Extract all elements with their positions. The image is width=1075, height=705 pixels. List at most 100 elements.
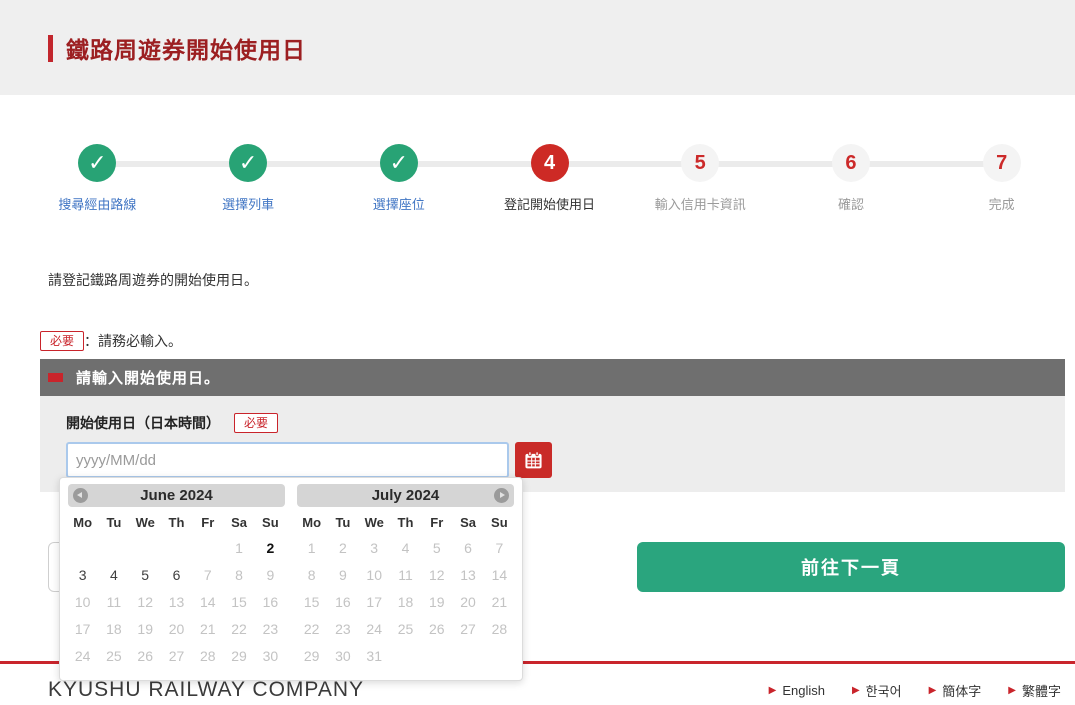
prev-month-button[interactable] xyxy=(73,488,88,503)
day-cell[interactable]: 1 xyxy=(296,535,327,562)
start-date-input[interactable] xyxy=(66,442,509,478)
weekday-label: Tu xyxy=(98,511,129,535)
language-link[interactable]: ▶ 繁體字 xyxy=(1008,681,1061,700)
stepper-step: 6 確認 xyxy=(776,144,927,213)
day-cell[interactable]: 4 xyxy=(98,562,129,589)
day-cell[interactable]: 21 xyxy=(484,589,515,616)
day-cell[interactable]: 21 xyxy=(192,616,223,643)
day-cell[interactable]: 7 xyxy=(484,535,515,562)
day-cell[interactable] xyxy=(390,643,421,670)
day-cell[interactable]: 16 xyxy=(255,589,286,616)
day-cell[interactable]: 5 xyxy=(421,535,452,562)
day-cell[interactable]: 22 xyxy=(296,616,327,643)
day-cell[interactable]: 27 xyxy=(161,643,192,670)
day-cell[interactable]: 1 xyxy=(223,535,254,562)
weekday-label: Th xyxy=(161,511,192,535)
day-cell[interactable] xyxy=(484,643,515,670)
day-cell[interactable]: 16 xyxy=(327,589,358,616)
day-cell[interactable]: 5 xyxy=(130,562,161,589)
calendar-button[interactable] xyxy=(515,442,552,478)
day-cell[interactable]: 22 xyxy=(223,616,254,643)
day-cell[interactable]: 9 xyxy=(327,562,358,589)
day-cell[interactable]: 11 xyxy=(390,562,421,589)
day-cell[interactable]: 27 xyxy=(452,616,483,643)
day-cell[interactable] xyxy=(98,535,129,562)
day-cell[interactable]: 2 xyxy=(255,535,286,562)
day-cell[interactable]: 8 xyxy=(296,562,327,589)
day-cell[interactable]: 9 xyxy=(255,562,286,589)
day-cell[interactable]: 24 xyxy=(359,616,390,643)
day-cell[interactable]: 26 xyxy=(130,643,161,670)
next-month-button[interactable] xyxy=(494,488,509,503)
day-cell[interactable]: 19 xyxy=(421,589,452,616)
page-title: 鐵路周遊券開始使用日 xyxy=(66,31,306,65)
language-link[interactable]: ▶ 한국어 xyxy=(852,681,902,700)
day-cell[interactable]: 13 xyxy=(161,589,192,616)
day-cell[interactable]: 29 xyxy=(296,643,327,670)
day-cell[interactable]: 30 xyxy=(327,643,358,670)
day-cell[interactable]: 28 xyxy=(484,616,515,643)
day-cell[interactable]: 24 xyxy=(67,643,98,670)
day-cell[interactable]: 15 xyxy=(296,589,327,616)
day-cell[interactable]: 6 xyxy=(452,535,483,562)
day-cell[interactable]: 8 xyxy=(223,562,254,589)
stepper-step: 5 輸入信用卡資訊 xyxy=(625,144,776,213)
language-link[interactable]: ▶ 簡体字 xyxy=(929,681,982,700)
day-cell[interactable]: 31 xyxy=(359,643,390,670)
day-cell[interactable]: 30 xyxy=(255,643,286,670)
day-cell[interactable]: 14 xyxy=(192,589,223,616)
day-cell[interactable]: 23 xyxy=(255,616,286,643)
step-label[interactable]: 搜尋經由路線 xyxy=(58,194,136,213)
day-cell[interactable]: 17 xyxy=(359,589,390,616)
day-cell[interactable]: 29 xyxy=(223,643,254,670)
day-cell[interactable] xyxy=(161,535,192,562)
day-cell[interactable] xyxy=(192,535,223,562)
day-cell[interactable]: 25 xyxy=(390,616,421,643)
next-page-button[interactable]: 前往下一頁 xyxy=(637,542,1065,592)
day-cell[interactable]: 18 xyxy=(98,616,129,643)
day-cell[interactable]: 20 xyxy=(161,616,192,643)
day-cell[interactable]: 28 xyxy=(192,643,223,670)
step-label[interactable]: 選擇座位 xyxy=(373,194,425,213)
day-cell[interactable]: 10 xyxy=(67,589,98,616)
day-cell[interactable]: 19 xyxy=(130,616,161,643)
day-cell[interactable]: 20 xyxy=(452,589,483,616)
step-label[interactable]: 確認 xyxy=(838,194,864,213)
language-label: 한국어 xyxy=(866,681,902,700)
day-cell[interactable]: 3 xyxy=(67,562,98,589)
datepicker-popup: June 2024 MoTuWeThFrSaSu 123456789101112… xyxy=(59,477,523,681)
weekday-label: Tu xyxy=(327,511,358,535)
language-link[interactable]: ▶ English xyxy=(769,681,825,700)
day-cell[interactable]: 12 xyxy=(130,589,161,616)
day-cell[interactable]: 6 xyxy=(161,562,192,589)
day-cell[interactable]: 12 xyxy=(421,562,452,589)
day-cell[interactable]: 26 xyxy=(421,616,452,643)
day-cell[interactable]: 4 xyxy=(390,535,421,562)
step-label[interactable]: 輸入信用卡資訊 xyxy=(655,194,746,213)
stepper-step: 4 登記開始使用日 xyxy=(474,144,625,213)
day-cell[interactable]: 11 xyxy=(98,589,129,616)
day-cell[interactable]: 25 xyxy=(98,643,129,670)
day-cell[interactable] xyxy=(130,535,161,562)
day-cell[interactable] xyxy=(421,643,452,670)
day-grid: 1234567891011121314151617181920212223242… xyxy=(296,535,515,670)
field-required-badge: 必要 xyxy=(234,413,278,433)
day-cell[interactable]: 3 xyxy=(359,535,390,562)
date-input-row xyxy=(66,442,1065,478)
chevron-left-icon xyxy=(77,492,82,498)
step-label[interactable]: 選擇列車 xyxy=(222,194,274,213)
day-cell[interactable]: 2 xyxy=(327,535,358,562)
day-cell[interactable]: 7 xyxy=(192,562,223,589)
day-cell[interactable]: 10 xyxy=(359,562,390,589)
day-cell[interactable]: 18 xyxy=(390,589,421,616)
day-cell[interactable] xyxy=(67,535,98,562)
day-cell[interactable]: 17 xyxy=(67,616,98,643)
day-cell[interactable]: 23 xyxy=(327,616,358,643)
step-label[interactable]: 完成 xyxy=(989,194,1015,213)
step-label[interactable]: 登記開始使用日 xyxy=(504,194,595,213)
day-cell[interactable]: 13 xyxy=(452,562,483,589)
day-cell[interactable]: 14 xyxy=(484,562,515,589)
weekday-label: Sa xyxy=(452,511,483,535)
day-cell[interactable] xyxy=(452,643,483,670)
day-cell[interactable]: 15 xyxy=(223,589,254,616)
